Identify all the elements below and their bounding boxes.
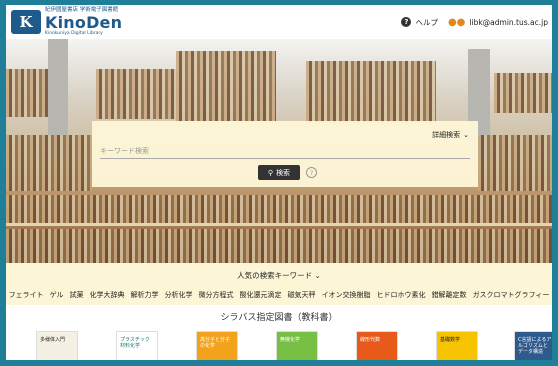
popular-keywords-section: 人気の検索キーワード ⌄ フェライト ゲル 試薬 化学大辞典 解析力学 分析化学 微分方程式… <box>6 263 552 305</box>
header-actions: ? ヘルプ ●● libk@admin.tus.ac.jp <box>401 17 548 28</box>
bookshelf <box>6 229 552 263</box>
book-title: 多様体入門 <box>40 337 66 343</box>
book-carousel: 多様体入門 プラスチック材料化学 高分子と分子の化学 無機化学 線形代数 基礎数学 C言語に… <box>6 331 552 360</box>
popular-keywords-toggle[interactable]: 人気の検索キーワード ⌄ <box>6 270 552 281</box>
help-link[interactable]: ヘルプ <box>415 17 438 28</box>
browser-frame: K 紀伊國屋書店 学術電子図書館 KinoDen Kinokuniya Digi… <box>0 0 558 366</box>
book-title: プラスチック材料化学 <box>120 337 150 349</box>
bookshelf <box>96 69 176 119</box>
search-button-label: 検索 <box>276 168 291 177</box>
keyword-link[interactable]: フェライト <box>9 290 44 300</box>
library-hero-image: 詳細検索 ⌄ ⚲ 検索 ? <box>6 39 552 263</box>
detail-search-label: 詳細検索 <box>432 131 461 139</box>
book-title: 線形代数 <box>360 337 381 343</box>
keyword-link[interactable]: 解析力学 <box>131 290 159 300</box>
book-cover[interactable]: 多様体入門 <box>36 331 78 360</box>
keyword-link[interactable]: ヒドロホウ素化 <box>377 290 426 300</box>
book-title: 無機化学 <box>280 337 301 343</box>
bookshelf <box>478 135 552 191</box>
chevron-down-icon: ⌄ <box>314 271 321 280</box>
keyword-link[interactable]: 微分方程式 <box>199 290 234 300</box>
keyword-link[interactable]: 分析化学 <box>165 290 193 300</box>
bookshelf <box>6 69 48 117</box>
kinoden-logo[interactable]: K 紀伊國屋書店 学術電子図書館 KinoDen Kinokuniya Digi… <box>11 7 123 36</box>
book-title: 高分子と分子の化学 <box>200 337 231 349</box>
bookshelf <box>306 61 436 123</box>
logo-english: Kinokuniya Digital Library <box>45 30 103 36</box>
site-header: K 紀伊國屋書店 学術電子図書館 KinoDen Kinokuniya Digi… <box>6 5 552 39</box>
book-cover[interactable]: 高分子と分子の化学 <box>196 331 238 360</box>
keyword-link[interactable]: 酸化還元滴定 <box>240 290 282 300</box>
keyword-link[interactable]: 錯解離定数 <box>432 290 467 300</box>
syllabus-section-title: シラバス指定図書（教科書） <box>220 313 338 323</box>
keyword-list: フェライト ゲル 試薬 化学大辞典 解析力学 分析化学 微分方程式 酸化還元滴定 磁気天秤 イオン… <box>6 290 552 300</box>
bookshelf <box>6 135 92 191</box>
shelf-board <box>6 223 552 226</box>
keyword-link[interactable]: ゲル <box>50 290 64 300</box>
bookshelf <box>176 51 276 121</box>
book-cover[interactable]: 線形代数 <box>356 331 398 360</box>
detail-search-toggle[interactable]: 詳細検索 ⌄ <box>432 130 469 140</box>
keyword-link[interactable]: イオン交換樹脂 <box>322 290 371 300</box>
book-cover[interactable]: 基礎数学 <box>436 331 478 360</box>
keyword-link[interactable]: 化学大辞典 <box>90 290 125 300</box>
book-cover[interactable]: C言語によるアルゴリズムとデータ構造 <box>514 331 552 360</box>
help-icon[interactable]: ? <box>401 17 412 27</box>
chevron-down-icon: ⌄ <box>463 131 469 139</box>
book-cover[interactable]: プラスチック材料化学 <box>116 331 158 360</box>
bookshelf <box>6 195 552 223</box>
book-title: C言語によるアルゴリズムとデータ構造 <box>518 337 552 355</box>
keyword-search-input[interactable] <box>100 144 470 159</box>
book-title: 基礎数学 <box>440 337 461 343</box>
keyword-link[interactable]: 磁気天秤 <box>288 290 316 300</box>
logo-name: KinoDen <box>45 12 123 32</box>
keyword-link[interactable]: 試薬 <box>70 290 84 300</box>
search-button[interactable]: ⚲ 検索 <box>258 165 300 180</box>
user-icon: ●● <box>447 16 466 28</box>
logo-mark-icon: K <box>11 10 41 34</box>
book-cover[interactable]: 無機化学 <box>276 331 318 360</box>
popular-keywords-title: 人気の検索キーワード <box>237 271 313 280</box>
keyword-link[interactable]: ガスクロマトグラフィー <box>473 290 550 300</box>
bookshelf <box>494 73 552 113</box>
search-help-icon[interactable]: ? <box>306 167 317 178</box>
search-panel: 詳細検索 ⌄ ⚲ 検索 ? <box>92 121 478 187</box>
search-icon: ⚲ <box>267 168 274 177</box>
logo-text: 紀伊國屋書店 学術電子図書館 KinoDen Kinokuniya Digita… <box>45 7 123 36</box>
user-account-link[interactable]: libk@admin.tus.ac.jp <box>469 18 548 27</box>
